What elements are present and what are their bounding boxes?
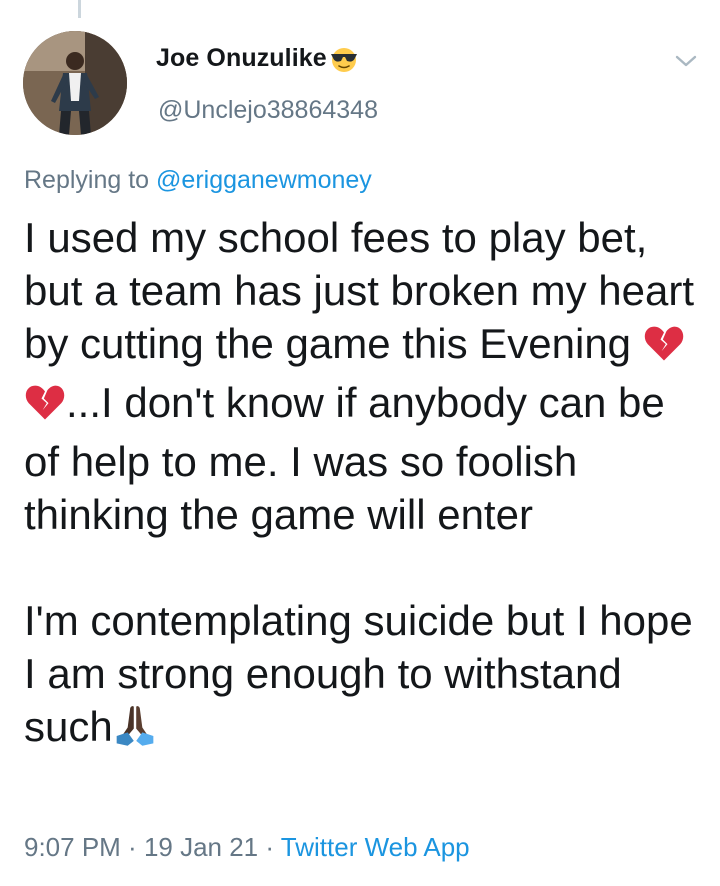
thread-connector-line	[78, 0, 81, 18]
author-handle[interactable]: @Unclejo38864348	[158, 96, 378, 125]
tweet-paragraph-2: I'm contemplating suicide but I hope I a…	[24, 594, 704, 759]
tweet-time[interactable]: 9:07 PM	[24, 832, 121, 862]
tweet-date[interactable]: 19 Jan 21	[144, 832, 258, 862]
avatar[interactable]	[23, 31, 127, 135]
chevron-down-icon[interactable]	[673, 50, 699, 72]
author-display-name[interactable]: Joe Onuzulike	[156, 44, 327, 73]
tweet-meta: 9:07 PM · 19 Jan 21 · Twitter Web App	[24, 832, 470, 863]
avatar-photo	[23, 31, 127, 135]
tweet-source-link[interactable]: Twitter Web App	[281, 832, 470, 862]
tweet-text-part-1: I used my school fees to play bet, but a…	[24, 214, 695, 367]
tweet-paragraph-1: I used my school fees to play bet, but a…	[24, 211, 704, 541]
replying-to-line: Replying to @erigganewmoney	[24, 166, 372, 195]
reply-mention-link[interactable]: @erigganewmoney	[156, 166, 372, 194]
meta-separator: ·	[120, 832, 144, 862]
replying-to-label: Replying to	[24, 166, 150, 194]
meta-separator: ·	[258, 832, 281, 862]
tweet-text: I used my school fees to play bet, but a…	[24, 211, 704, 759]
broken-heart-icon	[643, 322, 685, 376]
sunglasses-emoji-icon	[329, 45, 359, 73]
folded-hands-icon	[113, 703, 157, 759]
author-name-row[interactable]: Joe Onuzulike	[156, 44, 359, 73]
tweet-text-part-2: ...I don't know if anybody can be of hel…	[24, 379, 665, 538]
broken-heart-icon	[24, 381, 66, 435]
